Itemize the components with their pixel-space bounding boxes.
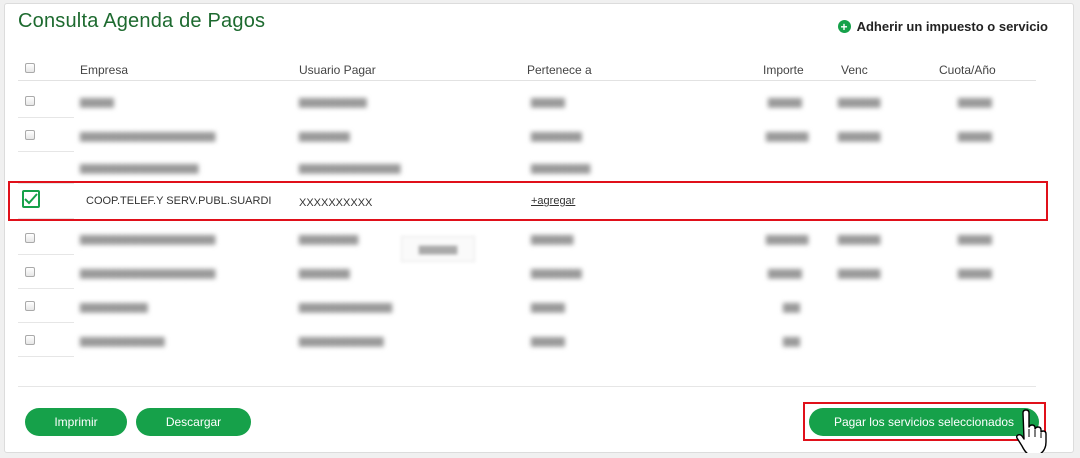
redacted-cell: ▆▆▆▆▆▆▆▆▆▆: [299, 335, 384, 347]
header-pertenece: Pertenece a: [527, 63, 592, 77]
redacted-cell: ▆▆▆▆▆▆▆▆▆▆▆▆▆▆▆▆: [80, 130, 216, 142]
redacted-cell: ▆▆▆▆▆▆▆▆: [299, 96, 367, 108]
header-venc: Venc: [841, 63, 868, 77]
header-cuota: Cuota/Año: [939, 63, 996, 77]
redacted-cell: ▆▆▆▆▆▆: [531, 130, 582, 142]
table-row: ▆▆▆▆▆▆▆▆ ▆▆▆▆▆▆▆▆▆▆▆ ▆▆▆▆ ▆▆: [18, 289, 1036, 323]
redacted-cell: ▆▆▆▆▆▆: [299, 267, 350, 279]
redacted-cell: ▆▆▆▆▆▆▆▆▆▆: [80, 335, 165, 347]
row-highlight-box: [8, 181, 1048, 221]
row-checkbox[interactable]: [25, 301, 35, 311]
redacted-cell: ▆▆▆▆: [531, 335, 565, 347]
page-title: Consulta Agenda de Pagos: [18, 10, 266, 32]
header-importe: Importe: [763, 63, 804, 77]
redacted-cell: ▆▆▆▆▆: [766, 130, 809, 142]
redacted-cell: ▆▆▆▆▆: [531, 233, 574, 245]
table-row: ▆▆▆▆▆▆▆▆▆▆▆▆▆▆ ▆▆▆▆▆▆▆▆▆▆▆▆ ▆▆▆▆▆▆▆: [18, 150, 1036, 184]
table-row: ▆▆▆▆▆▆▆▆▆▆▆▆▆▆▆▆ ▆▆▆▆▆▆ ▆▆▆▆▆▆ ▆▆▆▆ ▆▆▆▆…: [18, 255, 1036, 289]
redacted-cell: ▆▆▆▆▆▆▆▆▆▆▆▆▆▆: [80, 162, 199, 174]
redacted-cell: ▆▆▆▆▆▆▆▆▆▆▆▆: [299, 162, 401, 174]
button-highlight-box: [803, 402, 1046, 441]
redacted-cell: ▆▆▆▆: [768, 267, 802, 279]
redacted-cell: ▆▆▆▆: [958, 130, 992, 142]
redacted-cell: ▆▆▆▆▆▆: [531, 267, 582, 279]
table-row: ▆▆▆▆▆▆▆▆▆▆ ▆▆▆▆▆▆▆▆▆▆ ▆▆▆▆ ▆▆: [18, 323, 1036, 357]
redacted-cell: ▆▆▆▆: [80, 96, 114, 108]
redacted-cell: ▆▆▆▆▆▆▆▆: [80, 301, 148, 313]
redacted-cell: ▆▆▆▆▆: [838, 96, 881, 108]
redacted-cell: ▆▆▆▆▆: [766, 233, 809, 245]
redacted-cell: ▆▆: [783, 301, 800, 313]
row-checkbox[interactable]: [25, 335, 35, 345]
table-row: ▆▆▆▆▆▆▆▆▆▆▆▆▆▆▆▆ ▆▆▆▆▆▆ ▆▆▆▆▆▆ ▆▆▆▆▆ ▆▆▆…: [18, 118, 1036, 152]
row-checkbox[interactable]: [25, 233, 35, 243]
redacted-cell: ▆▆▆▆▆▆▆: [299, 233, 359, 245]
hand-pointer-icon: [1015, 409, 1047, 453]
redacted-cell: ▆▆▆▆▆▆▆▆▆▆▆▆▆▆▆▆: [80, 233, 216, 245]
redacted-cell: ▆▆▆▆: [958, 267, 992, 279]
row-checkbox[interactable]: [25, 96, 35, 106]
redacted-cell: ▆▆▆▆▆: [838, 130, 881, 142]
table-row: ▆▆▆▆ ▆▆▆▆▆▆▆▆ ▆▆▆▆ ▆▆▆▆ ▆▆▆▆▆ ▆▆▆▆: [18, 84, 1036, 118]
adherir-label: Adherir un impuesto o servicio: [856, 19, 1048, 34]
redacted-cell: ▆▆▆▆: [531, 96, 565, 108]
descargar-button[interactable]: Descargar: [136, 408, 251, 436]
redacted-cell: ▆▆▆▆: [958, 233, 992, 245]
redacted-cell: ▆▆▆▆: [531, 301, 565, 313]
redacted-cell: ▆▆▆▆▆▆▆▆▆▆▆▆▆▆▆▆: [80, 267, 216, 279]
redacted-cell: ▆▆▆▆▆: [838, 233, 881, 245]
table-header: Empresa Usuario Pagar Pertenece a Import…: [18, 57, 1036, 81]
redacted-cell: ▆▆▆▆▆▆▆: [531, 162, 591, 174]
add-circle-icon: +: [837, 20, 851, 33]
adherir-link[interactable]: + Adherir un impuesto o servicio: [837, 19, 1048, 34]
redacted-cell: ▆▆: [783, 335, 800, 347]
redacted-cell: ▆▆▆▆▆▆▆▆▆▆▆: [299, 301, 393, 313]
select-all-checkbox[interactable]: [25, 63, 35, 73]
redacted-cell: ▆▆▆▆: [768, 96, 802, 108]
redacted-cell: ▆▆▆▆▆▆: [299, 130, 350, 142]
table-row: ▆▆▆▆▆▆▆▆▆▆▆▆▆▆▆▆ ▆▆▆▆▆▆▆ ▆▆▆▆▆ ▆▆▆▆▆ ▆▆▆…: [18, 221, 1036, 255]
row-checkbox[interactable]: [25, 267, 35, 277]
header-empresa: Empresa: [80, 63, 129, 77]
footer-divider: [18, 386, 1036, 387]
header-usuario: Usuario Pagar: [299, 63, 376, 77]
row-checkbox[interactable]: [25, 130, 35, 140]
imprimir-button[interactable]: Imprimir: [25, 408, 127, 436]
redacted-cell: ▆▆▆▆: [958, 96, 992, 108]
redacted-cell: ▆▆▆▆▆: [838, 267, 881, 279]
